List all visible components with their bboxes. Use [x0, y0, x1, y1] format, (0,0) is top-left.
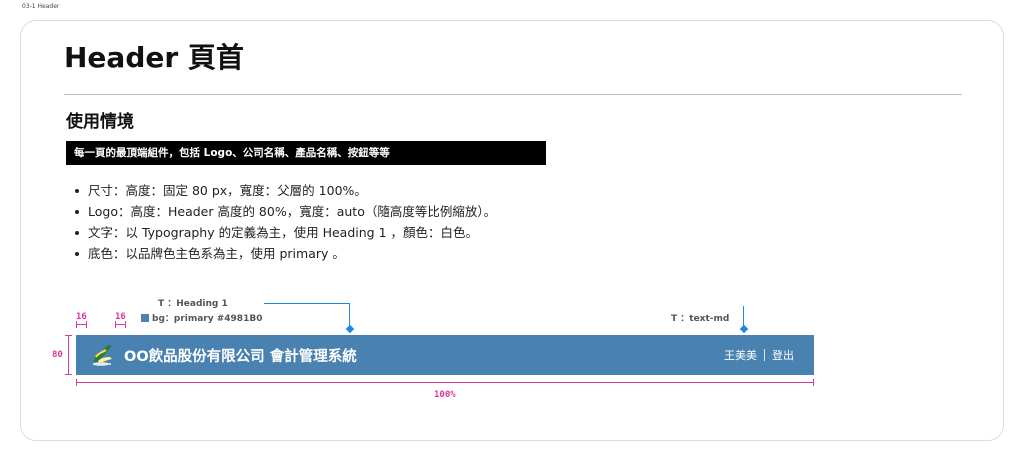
height-label: 80 [52, 350, 63, 360]
page-title: Header 頁首 [64, 41, 244, 74]
drink-logo-icon[interactable] [90, 342, 116, 368]
padding-logo-tick-b [125, 321, 126, 328]
description-banner: 每一頁的最頂端組件，包括 Logo、公司名稱、產品名稱、按鈕等等 [66, 141, 546, 165]
width-label: 100% [434, 390, 456, 400]
padding-left-tick-b [86, 321, 87, 328]
text-spec-label: T ：text-md [671, 314, 730, 324]
spec-item-text: 文字：以 Typography 的定義為主，使用 Heading 1 ，顏色：白… [72, 222, 496, 243]
frame-label: 03-1 Header [22, 3, 60, 10]
spec-item-background: 底色：以品牌色主色系為主，使用 primary 。 [72, 243, 496, 264]
bg-spec-text: bg：primary #4981B0 [152, 314, 263, 324]
logout-button[interactable]: 登出 [772, 347, 794, 363]
height-tick-bottom [65, 374, 72, 375]
padding-logo-tick-a [115, 321, 116, 328]
spec-item-size: 尺寸：高度：固定 80 px，寬度：父層的 100%。 [72, 180, 496, 201]
header-demo: OO飲品股份有限公司 會計管理系統 王美美 登出 [76, 335, 814, 375]
header-title: OO飲品股份有限公司 會計管理系統 [124, 348, 357, 365]
primary-color-swatch [141, 314, 149, 322]
user-separator [764, 349, 765, 361]
user-area: 王美美 登出 [724, 347, 794, 363]
section-title: 使用情境 [66, 112, 134, 132]
padding-left-tick-a [76, 321, 77, 328]
spec-list: 尺寸：高度：固定 80 px，寬度：父層的 100%。 Logo：高度：Head… [72, 180, 496, 264]
width-tick-left [76, 379, 77, 386]
width-tick-right [813, 379, 814, 386]
heading-leader-horizontal [264, 303, 350, 304]
bg-spec-label: bg：primary #4981B0 [141, 313, 262, 325]
height-tick-top [65, 335, 72, 336]
spec-item-logo: Logo：高度：Header 高度的 80%，寬度：auto（隨高度等比例縮放）… [72, 201, 496, 222]
height-measure [68, 335, 69, 375]
width-measure [76, 382, 814, 383]
heading-spec-label: T ：Heading 1 [158, 299, 228, 309]
user-name[interactable]: 王美美 [724, 347, 757, 363]
title-divider [64, 94, 962, 95]
